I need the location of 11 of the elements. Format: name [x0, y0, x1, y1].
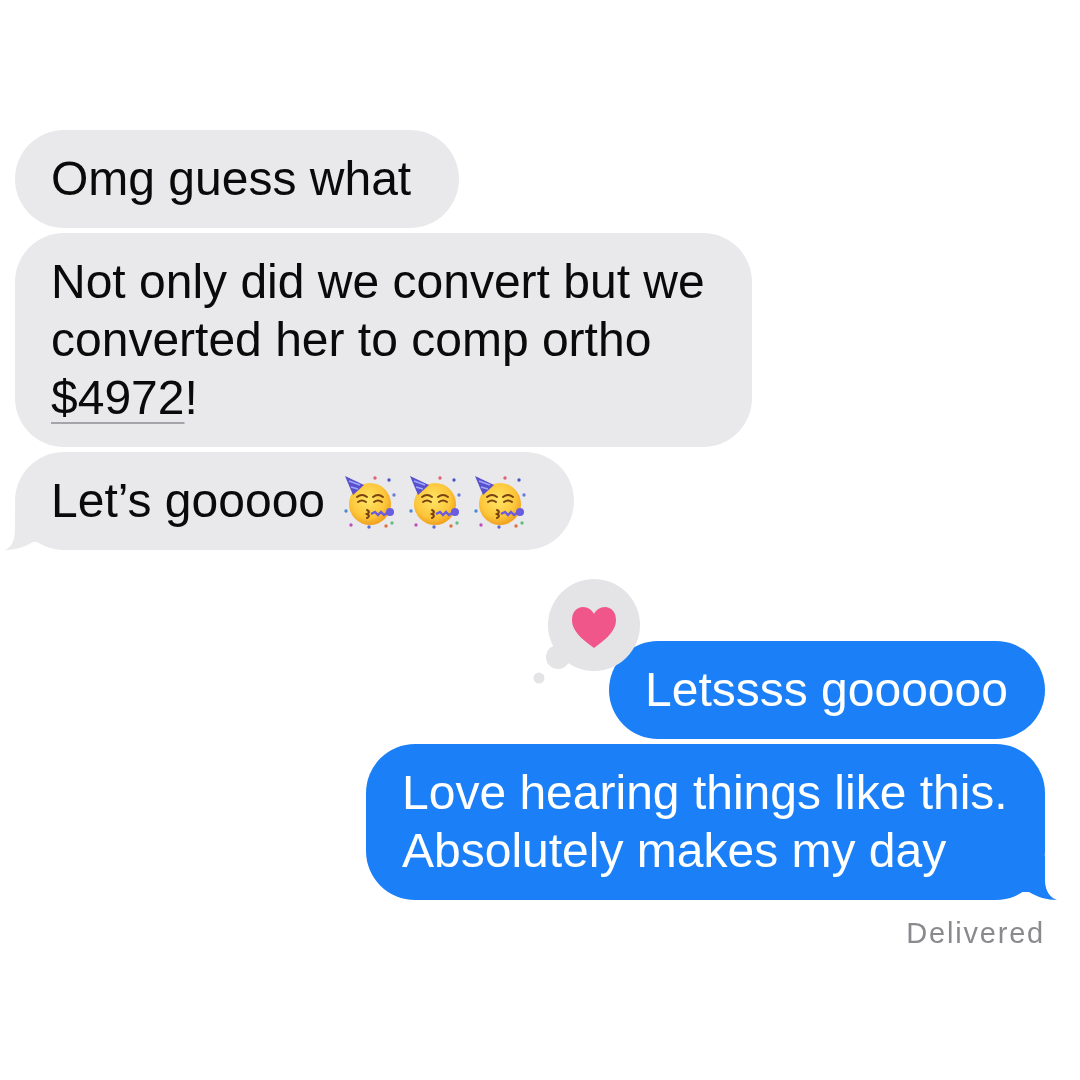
party-face-icon: [472, 473, 528, 529]
heart-reaction-icon: [533, 579, 640, 684]
party-face-icon: [407, 473, 463, 529]
price-link[interactable]: $4972: [51, 371, 185, 424]
message-text: Not only did we convert but we converted her to comp ortho $4972!: [51, 254, 706, 426]
message-text: Omg guess what: [51, 151, 413, 207]
party-face-icon: [342, 473, 398, 529]
message-text: Let’s gooooo: [51, 473, 327, 529]
message-text: Love hearing things like this. Absolutely makes my day: [402, 765, 1009, 879]
delivery-status: Delivered: [906, 916, 1045, 950]
message-text: Letssss goooooo: [645, 662, 1009, 718]
